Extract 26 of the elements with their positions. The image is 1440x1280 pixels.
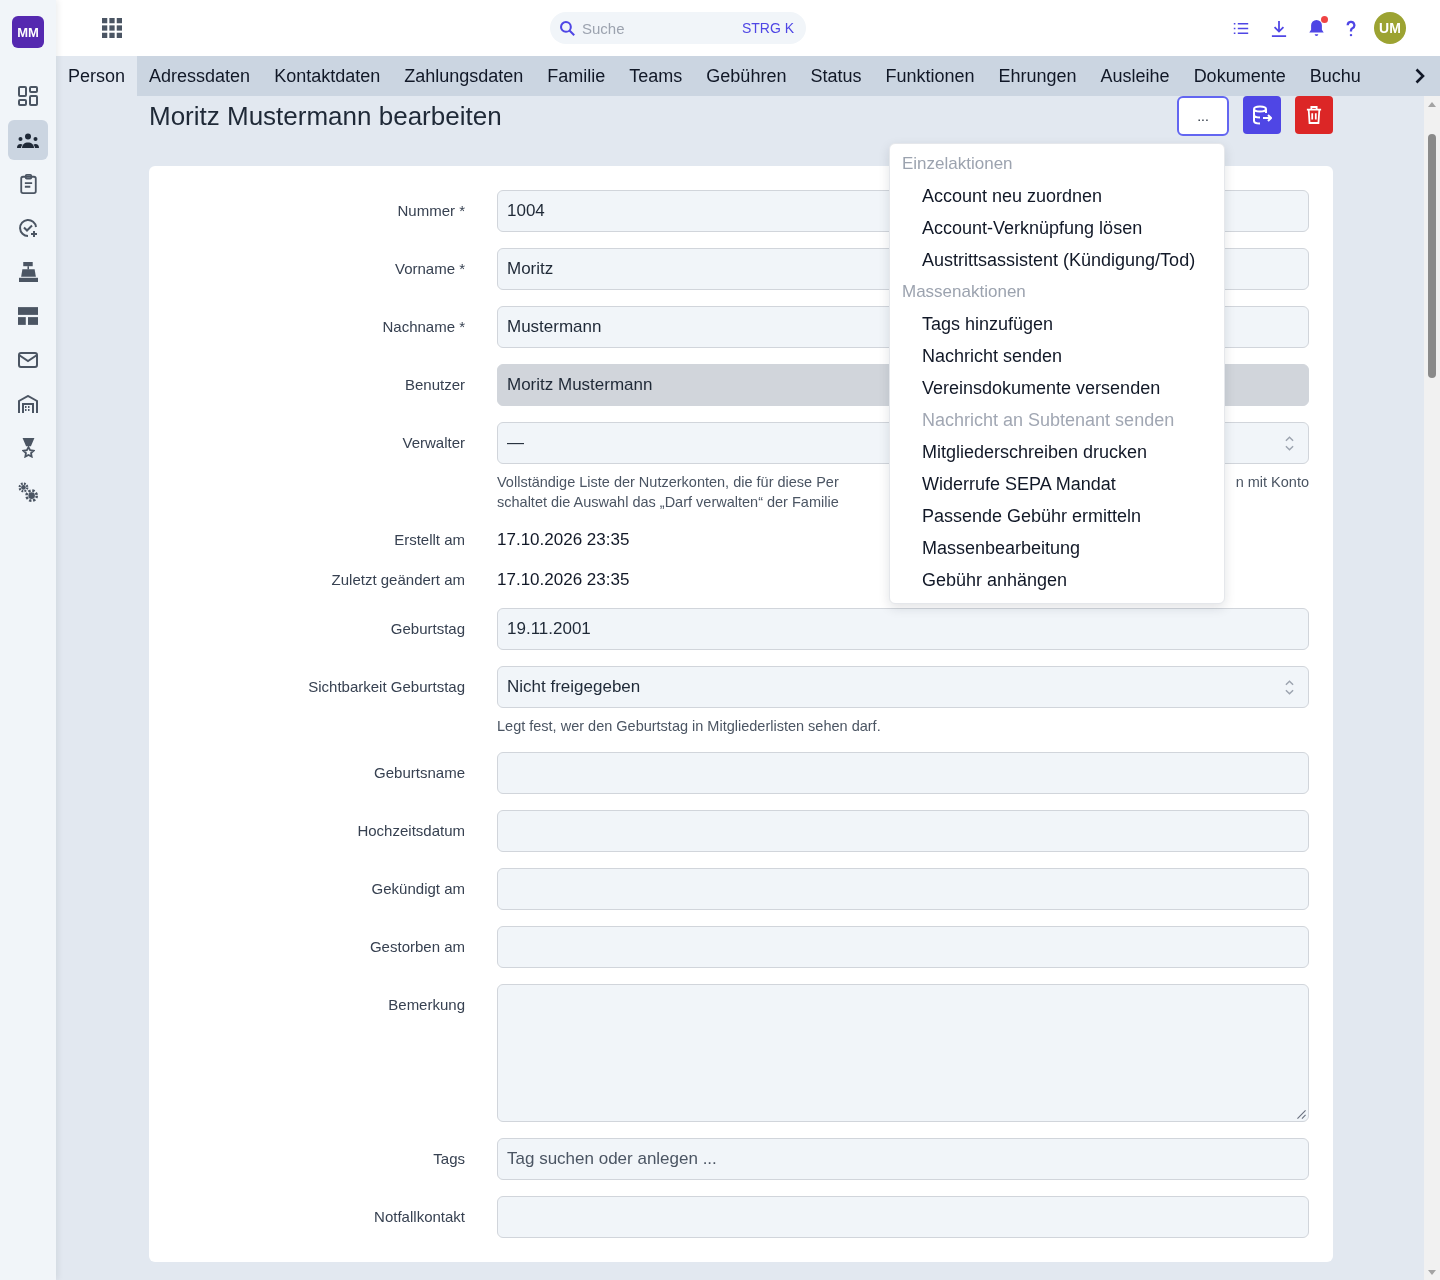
help-text: n mit Konto <box>1235 473 1309 492</box>
field-value: 17.10.2026 23:35 <box>497 530 630 549</box>
field-label: Verwalter <box>402 434 465 451</box>
field-label: Gestorben am <box>369 938 465 955</box>
field-label: Erstellt am <box>394 531 465 548</box>
field-label: Zuletzt geändert am <box>331 571 465 588</box>
field-label: Notfallkontakt <box>374 1208 465 1225</box>
field-label: Benutzer <box>404 376 465 393</box>
field-label: Nummer * <box>397 202 465 219</box>
field-value: 17.10.2026 23:35 <box>497 570 630 589</box>
page-title: Moritz Mustermann bearbeiten <box>149 100 502 132</box>
field-label: Geburtsname <box>374 764 465 781</box>
keyboard-shortcut: STRG K <box>741 20 794 36</box>
field-label: Bemerkung <box>388 996 465 1013</box>
menu-section-title: Einzelaktionen <box>901 153 1014 175</box>
field-label: Gekündigt am <box>371 880 465 897</box>
help-text: Legt fest, wer den Geburtstag in Mitgliederlisten sehen darf. <box>497 717 881 736</box>
field-label: Hochzeitsdatum <box>357 822 465 839</box>
menu-section-title: Massenaktionen <box>901 281 1027 303</box>
help-text: Vollständige Liste der Nutzerkonten, die für diese Per <box>497 473 839 492</box>
field-label: Geburtstag <box>390 620 465 637</box>
field-label: Sichtbarkeit Geburtstag <box>308 678 465 695</box>
help-text: schaltet die Auswahl das „Darf verwalten“ der Familie <box>497 493 839 512</box>
field-label: Nachname * <box>382 318 465 335</box>
field-label: Vorname * <box>394 260 465 277</box>
field-label: Tags <box>433 1150 465 1167</box>
